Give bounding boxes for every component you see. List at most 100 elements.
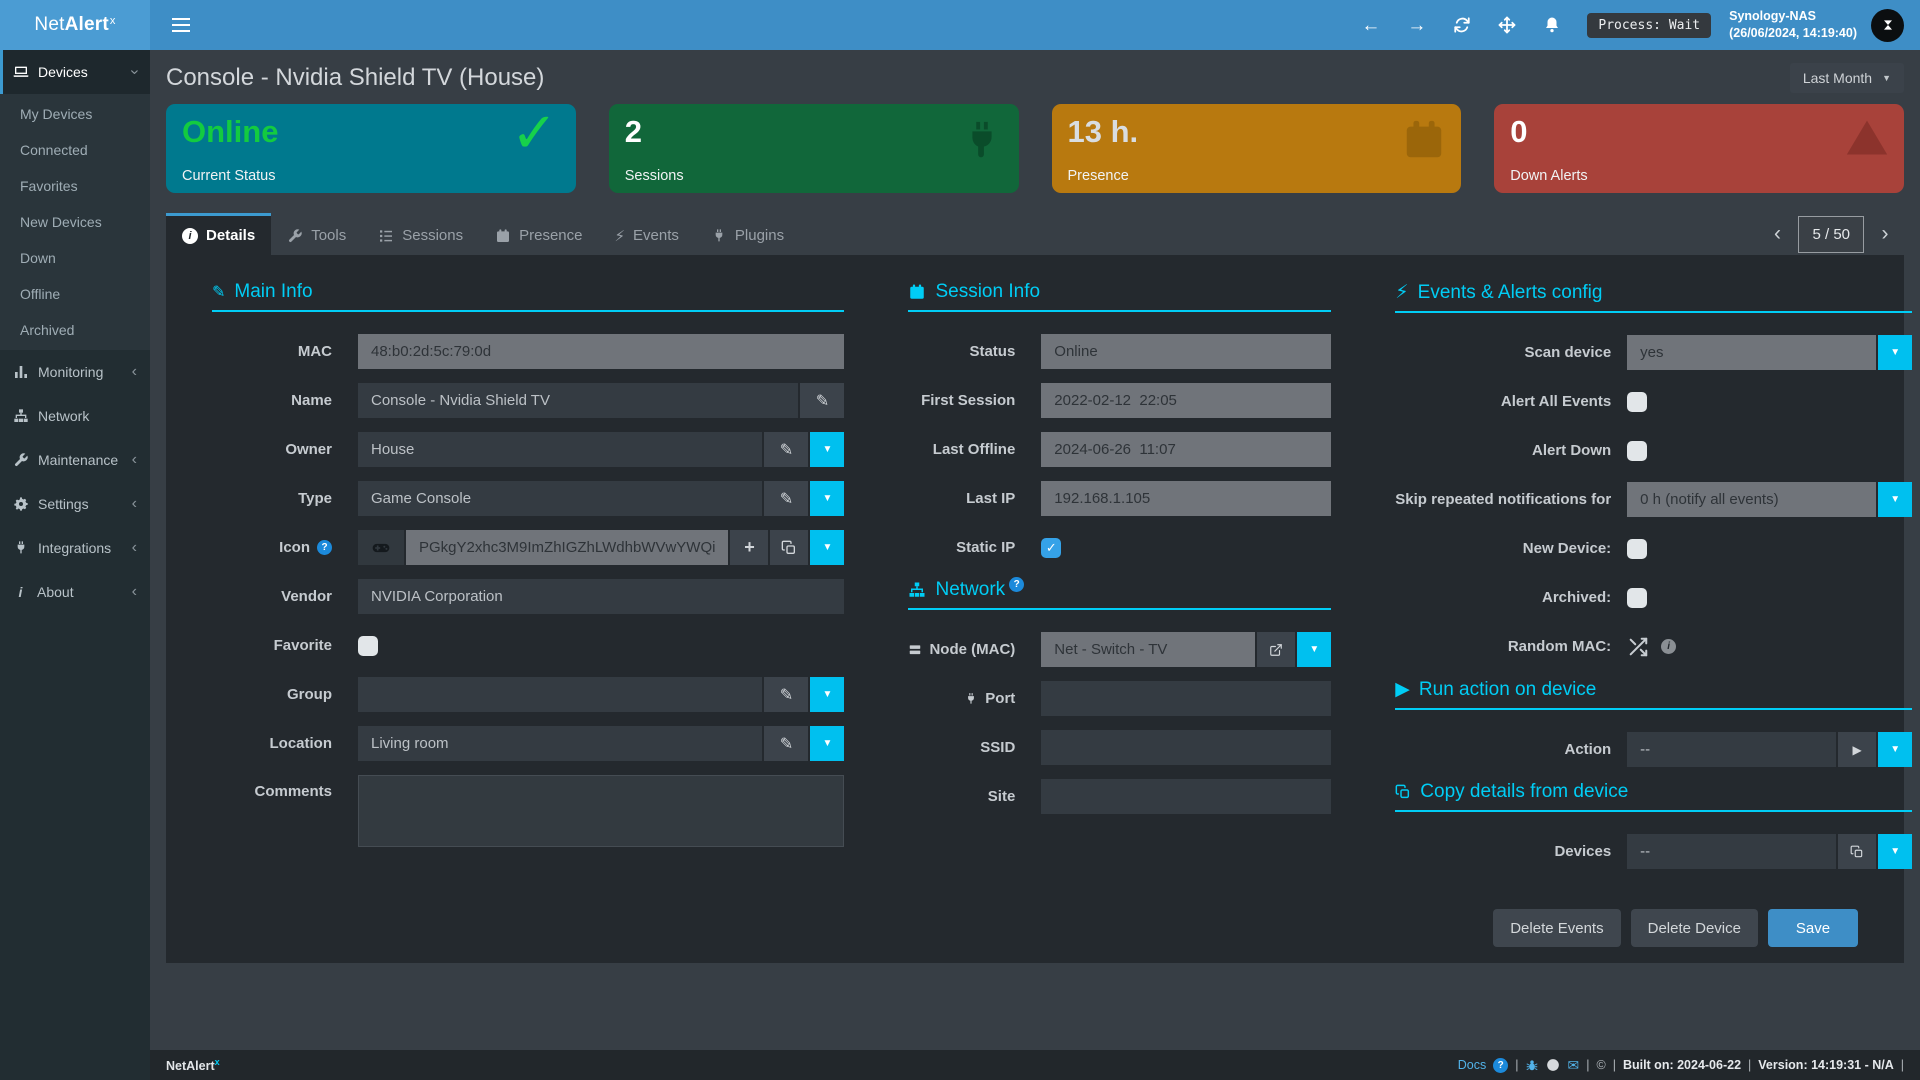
group-dropdown-button[interactable]: ▼ bbox=[810, 677, 844, 712]
tab-events[interactable]: Events bbox=[598, 213, 694, 255]
alert-all-events-checkbox[interactable] bbox=[1627, 392, 1647, 412]
edit-location-button[interactable]: ✎ bbox=[764, 726, 808, 761]
save-button[interactable]: Save bbox=[1768, 909, 1858, 947]
next-device-button[interactable]: › bbox=[1866, 213, 1904, 255]
ssid-input[interactable] bbox=[1041, 730, 1331, 765]
delete-device-button[interactable]: Delete Device bbox=[1631, 909, 1758, 947]
move-icon[interactable] bbox=[1498, 16, 1516, 34]
user-avatar[interactable] bbox=[1871, 9, 1904, 42]
icon-dropdown-button[interactable]: ▼ bbox=[810, 530, 844, 565]
tab-plugins[interactable]: Plugins bbox=[695, 213, 800, 255]
play-icon bbox=[1395, 678, 1410, 701]
card-current-status[interactable]: Online ✓ Current Status bbox=[166, 104, 576, 193]
owner-input[interactable]: House bbox=[358, 432, 762, 467]
run-action-button[interactable] bbox=[1838, 732, 1876, 767]
new-device-checkbox[interactable] bbox=[1627, 539, 1647, 559]
type-dropdown-button[interactable]: ▼ bbox=[810, 481, 844, 516]
name-input[interactable]: Console - Nvidia Shield TV bbox=[358, 383, 798, 418]
comments-label: Comments bbox=[212, 775, 332, 800]
delete-events-button[interactable]: Delete Events bbox=[1493, 909, 1620, 947]
edit-group-button[interactable]: ✎ bbox=[764, 677, 808, 712]
help-icon[interactable] bbox=[317, 540, 332, 555]
alert-down-checkbox[interactable] bbox=[1627, 441, 1647, 461]
type-input[interactable]: Game Console bbox=[358, 481, 762, 516]
docs-link[interactable]: Docs bbox=[1458, 1058, 1486, 1072]
card-value: 13 h. bbox=[1068, 114, 1446, 150]
back-arrow-icon[interactable]: ← bbox=[1361, 16, 1380, 35]
github-icon[interactable] bbox=[1546, 1058, 1560, 1072]
plug-icon bbox=[959, 116, 1005, 166]
sidebar-item-monitoring[interactable]: Monitoring ‹ bbox=[0, 350, 150, 394]
mail-icon[interactable]: ✉ bbox=[1567, 1057, 1579, 1074]
bug-icon[interactable] bbox=[1525, 1058, 1539, 1072]
action-dropdown-button[interactable]: ▼ bbox=[1878, 732, 1912, 767]
skip-notifications-select[interactable]: 0 h (notify all events) bbox=[1627, 482, 1876, 517]
forward-arrow-icon[interactable]: → bbox=[1407, 16, 1426, 35]
card-presence[interactable]: 13 h. Presence bbox=[1052, 104, 1462, 193]
location-input[interactable]: Living room bbox=[358, 726, 762, 761]
help-icon[interactable] bbox=[1009, 577, 1024, 592]
vendor-input[interactable]: NVIDIA Corporation bbox=[358, 579, 844, 614]
action-select[interactable]: -- bbox=[1627, 732, 1836, 767]
edit-owner-button[interactable]: ✎ bbox=[764, 432, 808, 467]
comments-textarea[interactable] bbox=[358, 775, 844, 847]
footer-brand[interactable]: NetAlertx bbox=[166, 1057, 220, 1073]
footer-links: Docs | ✉ | © | Built on: 2024-06-22 | Ve… bbox=[1458, 1057, 1904, 1074]
app-logo[interactable]: NetAlertx bbox=[0, 0, 150, 50]
sidebar-subitem-my-devices[interactable]: My Devices bbox=[0, 96, 150, 132]
page-indicator: 5 / 50 bbox=[1798, 216, 1864, 253]
sidebar-item-maintenance[interactable]: Maintenance ‹ bbox=[0, 438, 150, 482]
refresh-icon[interactable] bbox=[1453, 16, 1471, 34]
tab-details[interactable]: Details bbox=[166, 213, 271, 255]
bell-icon[interactable] bbox=[1543, 16, 1561, 34]
owner-dropdown-button[interactable]: ▼ bbox=[810, 432, 844, 467]
sidebar-subitem-favorites[interactable]: Favorites bbox=[0, 168, 150, 204]
card-down-alerts[interactable]: 0 Down Alerts bbox=[1494, 104, 1904, 193]
sidebar-subitem-connected[interactable]: Connected bbox=[0, 132, 150, 168]
copy-icon-button[interactable] bbox=[770, 530, 808, 565]
info-icon[interactable] bbox=[1661, 639, 1676, 654]
archived-checkbox[interactable] bbox=[1627, 588, 1647, 608]
scan-device-select[interactable]: yes bbox=[1627, 335, 1876, 370]
edit-name-button[interactable]: ✎ bbox=[800, 383, 844, 418]
card-sessions[interactable]: 2 Sessions bbox=[609, 104, 1019, 193]
sidebar-subitem-down[interactable]: Down bbox=[0, 240, 150, 276]
devices-dropdown-button[interactable]: ▼ bbox=[1878, 834, 1912, 869]
open-node-button[interactable] bbox=[1257, 632, 1295, 667]
sidebar-item-settings[interactable]: Settings ‹ bbox=[0, 482, 150, 526]
field-row-comments: Comments bbox=[212, 775, 844, 847]
prev-device-button[interactable]: ‹ bbox=[1758, 213, 1796, 255]
edit-type-button[interactable]: ✎ bbox=[764, 481, 808, 516]
static-ip-checkbox[interactable] bbox=[1041, 538, 1061, 558]
period-select[interactable]: Last Month ▼ bbox=[1790, 63, 1904, 93]
sidebar-subitem-archived[interactable]: Archived bbox=[0, 312, 150, 348]
sidebar-subitem-offline[interactable]: Offline bbox=[0, 276, 150, 312]
tab-tools[interactable]: Tools bbox=[271, 213, 362, 255]
sidebar-subitem-new-devices[interactable]: New Devices bbox=[0, 204, 150, 240]
tab-bar: Details Tools Sessions Presence Events P… bbox=[166, 213, 1904, 255]
skip-notifications-dropdown-button[interactable]: ▼ bbox=[1878, 482, 1912, 517]
site-input[interactable] bbox=[1041, 779, 1331, 814]
node-dropdown-button[interactable]: ▼ bbox=[1297, 632, 1331, 667]
tab-sessions[interactable]: Sessions bbox=[362, 213, 479, 255]
sidebar-item-network[interactable]: Network bbox=[0, 394, 150, 438]
version: Version: 14:19:31 - N/A bbox=[1758, 1058, 1893, 1072]
separator: | bbox=[1586, 1058, 1589, 1072]
sidebar-toggle-icon[interactable] bbox=[172, 24, 190, 26]
add-icon-button[interactable]: + bbox=[730, 530, 768, 565]
devices-select[interactable]: -- bbox=[1627, 834, 1836, 869]
tab-presence[interactable]: Presence bbox=[479, 213, 598, 255]
copy-details-button[interactable] bbox=[1838, 834, 1876, 869]
location-dropdown-button[interactable]: ▼ bbox=[810, 726, 844, 761]
favorite-checkbox[interactable] bbox=[358, 636, 378, 656]
sidebar-item-label: Maintenance bbox=[38, 452, 118, 468]
scan-device-dropdown-button[interactable]: ▼ bbox=[1878, 335, 1912, 370]
host-timestamp: (26/06/2024, 14:19:40) bbox=[1729, 25, 1857, 43]
help-icon[interactable] bbox=[1493, 1058, 1508, 1073]
sidebar-item-integrations[interactable]: Integrations ‹ bbox=[0, 526, 150, 570]
sidebar-item-about[interactable]: About ‹ bbox=[0, 570, 150, 614]
group-input[interactable] bbox=[358, 677, 762, 712]
port-input[interactable] bbox=[1041, 681, 1331, 716]
section-title: Run action on device bbox=[1419, 679, 1596, 701]
sidebar-item-devices[interactable]: Devices ‹ bbox=[0, 50, 150, 94]
